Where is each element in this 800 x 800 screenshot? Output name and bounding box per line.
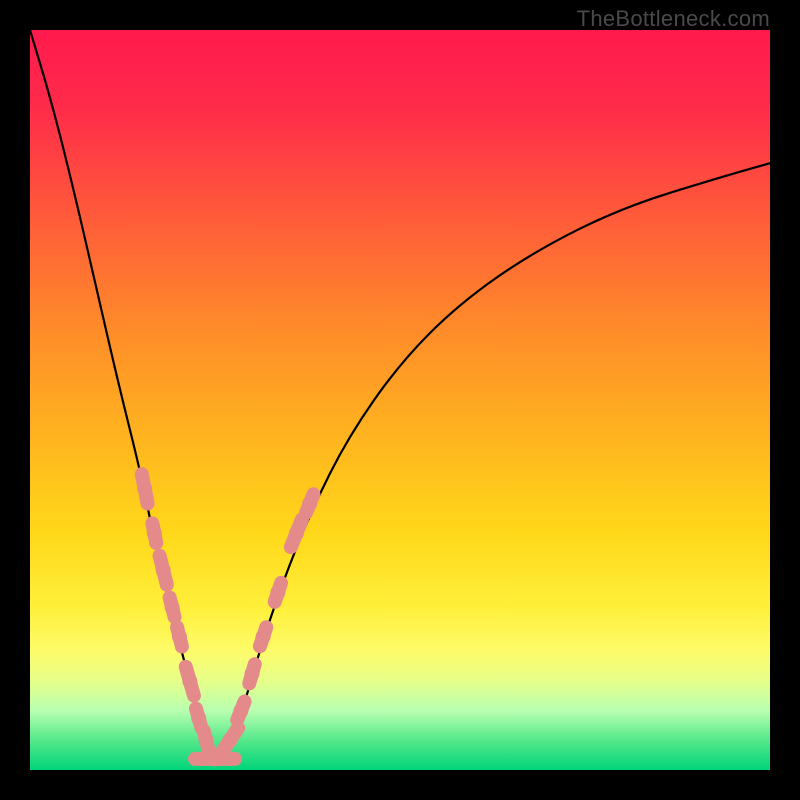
gradient-background bbox=[30, 30, 770, 770]
chart-frame: TheBottleneck.com bbox=[0, 0, 800, 800]
attribution-label: TheBottleneck.com bbox=[577, 6, 770, 32]
